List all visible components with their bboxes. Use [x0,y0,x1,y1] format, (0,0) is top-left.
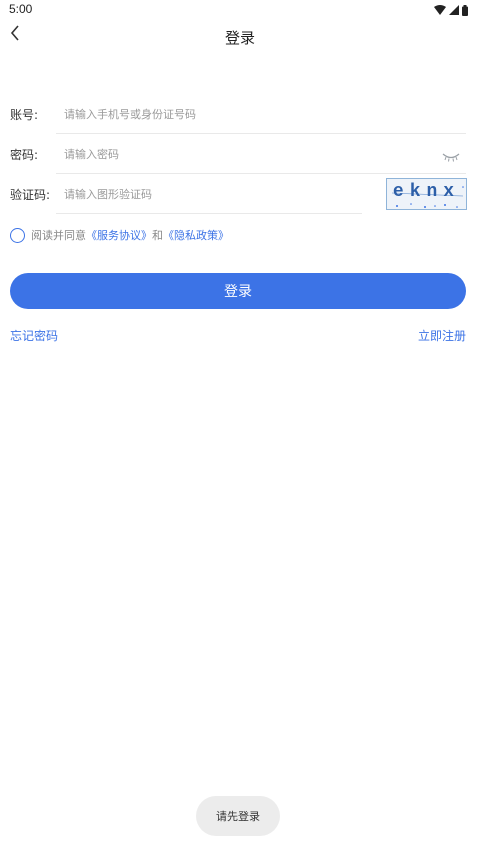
login-button[interactable]: 登录 [10,273,466,309]
forgot-password-link[interactable]: 忘记密码 [10,327,58,344]
divider [56,213,362,214]
status-bar: 5:00 [0,0,480,20]
captcha-image[interactable]: eknx [386,178,467,210]
agreement-checkbox[interactable] [10,227,25,243]
battery-icon [462,4,468,16]
agreement-prefix: 阅读并同意 [31,229,86,242]
nav-bar: 登录 [0,20,480,54]
service-agreement-link[interactable]: 《服务协议》 [86,227,152,243]
signal-icon [449,5,459,15]
captcha-input[interactable] [64,184,364,204]
register-link[interactable]: 立即注册 [418,327,466,344]
wifi-icon [434,5,446,15]
captcha-label: 验证码: [10,188,51,202]
account-row: 账号: [0,94,480,134]
account-label: 账号: [10,108,39,122]
password-label: 密码: [10,148,39,162]
password-row: 密码: [0,134,480,174]
privacy-policy-link[interactable]: 《隐私政策》 [163,227,229,243]
password-input[interactable] [64,144,424,164]
agreement-row: 阅读并同意 《服务协议》 和 《隐私政策》 [10,226,229,244]
status-icons [434,4,468,16]
account-input[interactable] [64,104,444,124]
agreement-conjunction: 和 [152,229,163,242]
captcha-text: eknx [392,182,461,202]
toast: 请先登录 [196,796,280,836]
page-title: 登录 [224,29,255,47]
eye-closed-icon[interactable] [442,148,460,162]
status-time: 5:00 [9,2,33,16]
captcha-row: 验证码: eknx [0,174,480,214]
